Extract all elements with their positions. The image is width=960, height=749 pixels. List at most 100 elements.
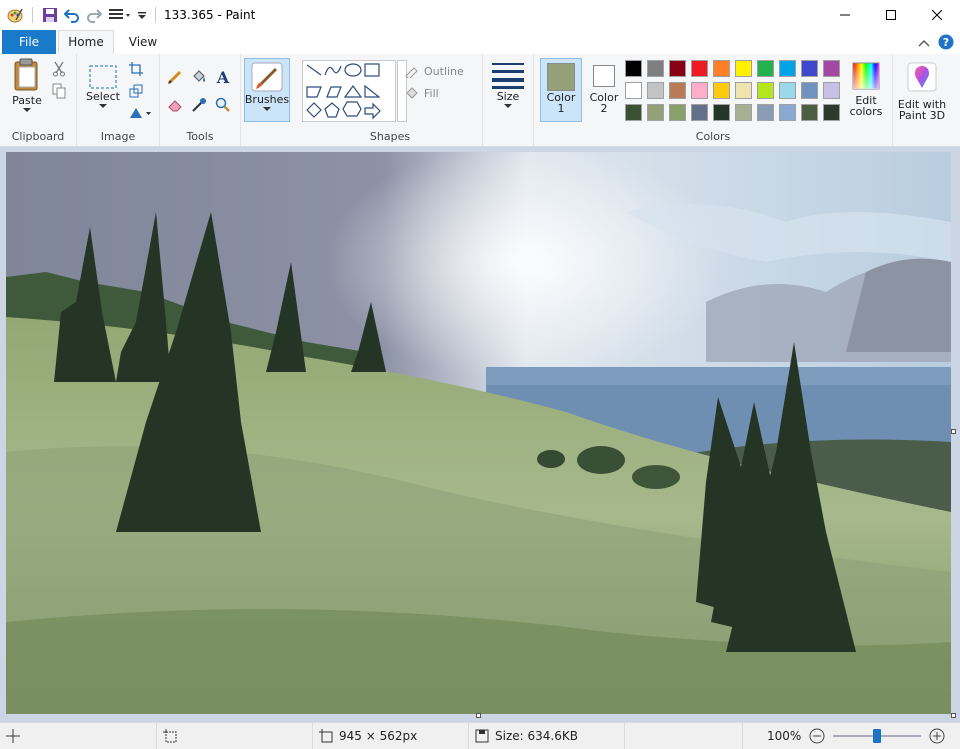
ribbon-options: ? [918, 34, 954, 53]
palette-swatch[interactable] [779, 104, 796, 121]
palette-swatch[interactable] [735, 104, 752, 121]
brushes-button[interactable]: Brushes [244, 58, 290, 122]
palette-swatch[interactable] [647, 82, 664, 99]
undo-icon[interactable] [63, 6, 81, 24]
paste-icon [14, 58, 38, 91]
window-controls [822, 0, 960, 30]
palette-swatch[interactable] [669, 104, 686, 121]
palette-swatch[interactable] [757, 104, 774, 121]
palette-swatch[interactable] [625, 82, 642, 99]
tools-group-label: Tools [186, 130, 214, 143]
copy-icon[interactable] [50, 82, 68, 100]
colors-group: Color 1 Color 2 Edit colors Colors [534, 54, 893, 146]
palette-swatch[interactable] [669, 60, 686, 77]
pencil-icon[interactable] [166, 68, 184, 86]
palette-swatch[interactable] [691, 104, 708, 121]
palette-swatch[interactable] [823, 82, 840, 99]
text-icon[interactable]: A [214, 68, 232, 86]
select-button[interactable]: Select [83, 64, 123, 109]
palette-swatch[interactable] [691, 82, 708, 99]
redo-icon[interactable] [85, 6, 103, 24]
fill-bucket-icon[interactable] [190, 68, 208, 86]
canvas-workspace[interactable] [0, 147, 960, 722]
edit-with-paint3d-button[interactable]: Edit with Paint 3D [894, 62, 950, 122]
tab-view[interactable]: View [120, 30, 166, 54]
palette-swatch[interactable] [647, 60, 664, 77]
chevron-down-icon [23, 108, 31, 112]
resize-icon[interactable] [127, 82, 145, 100]
shapes-group-label: Shapes [369, 130, 411, 143]
disk-icon [475, 729, 489, 743]
toolbar-separator [32, 7, 33, 23]
properties-menu-icon[interactable] [107, 6, 133, 24]
resize-handle-bottom[interactable] [476, 713, 481, 718]
palette-swatch[interactable] [713, 60, 730, 77]
clipboard-group-label: Clipboard [11, 130, 65, 143]
palette-swatch[interactable] [779, 60, 796, 77]
drawing-canvas[interactable] [6, 152, 951, 714]
help-icon[interactable]: ? [938, 34, 954, 53]
size-button[interactable]: Size [491, 60, 525, 109]
palette-swatch[interactable] [669, 82, 686, 99]
color1-button[interactable]: Color 1 [540, 58, 582, 122]
chevron-down-icon [504, 104, 512, 108]
zoom-out-icon[interactable] [809, 728, 825, 744]
palette-swatch[interactable] [625, 104, 642, 121]
color2-button[interactable]: Color 2 [586, 62, 622, 115]
tab-file[interactable]: File [2, 30, 56, 54]
minimize-icon[interactable] [822, 0, 868, 30]
tools-group: A Tools [160, 54, 241, 146]
select-rectangle-icon [89, 65, 117, 89]
svg-text:?: ? [943, 36, 949, 49]
edit-colors-label-2: colors [849, 105, 883, 118]
palette-swatch[interactable] [647, 104, 664, 121]
palette-swatch[interactable] [691, 60, 708, 77]
tab-home[interactable]: Home [58, 30, 114, 54]
palette-swatch[interactable] [801, 82, 818, 99]
landscape-painting [6, 152, 951, 714]
color2-number: 2 [600, 102, 608, 115]
zoom-slider-thumb[interactable] [873, 729, 882, 743]
magnifier-icon[interactable] [214, 96, 232, 114]
resize-handle-corner[interactable] [951, 713, 956, 718]
save-icon[interactable] [41, 6, 59, 24]
palette-swatch[interactable] [779, 82, 796, 99]
color1-swatch [547, 63, 575, 91]
image-group-label: Image [100, 130, 136, 143]
zoom-level: 100% [767, 729, 802, 743]
palette-swatch[interactable] [757, 60, 774, 77]
shapes-gallery[interactable] [302, 60, 396, 122]
edit-colors-button[interactable]: Edit colors [846, 62, 886, 118]
fill-button[interactable]: Fill [404, 84, 484, 102]
palette-swatch[interactable] [735, 82, 752, 99]
eraser-icon[interactable] [166, 96, 184, 114]
paint3d-icon [907, 62, 937, 92]
zoom-slider[interactable] [833, 728, 922, 744]
close-icon[interactable] [914, 0, 960, 30]
chevron-down-icon [99, 104, 107, 108]
palette-swatch[interactable] [713, 82, 730, 99]
cut-icon[interactable] [50, 60, 68, 78]
palette-swatch[interactable] [823, 60, 840, 77]
palette-swatch[interactable] [757, 82, 774, 99]
size-group: Size [483, 54, 534, 146]
rotate-icon[interactable] [127, 104, 153, 122]
palette-swatch[interactable] [625, 60, 642, 77]
paste-button[interactable]: Paste [6, 58, 48, 113]
color-picker-icon[interactable] [190, 96, 208, 114]
palette-swatch[interactable] [735, 60, 752, 77]
palette-swatch[interactable] [823, 104, 840, 121]
collapse-ribbon-icon[interactable] [918, 37, 930, 51]
palette-swatch[interactable] [713, 104, 730, 121]
color-palette [625, 60, 845, 126]
customize-toolbar-icon[interactable] [137, 6, 147, 24]
color2-swatch [593, 65, 615, 87]
palette-swatch[interactable] [801, 60, 818, 77]
maximize-icon[interactable] [868, 0, 914, 30]
outline-button[interactable]: Outline [404, 62, 484, 80]
zoom-in-icon[interactable] [929, 728, 945, 744]
selection-size-icon [163, 729, 177, 743]
crop-icon[interactable] [127, 60, 145, 78]
palette-swatch[interactable] [801, 104, 818, 121]
resize-handle-right[interactable] [951, 429, 956, 434]
